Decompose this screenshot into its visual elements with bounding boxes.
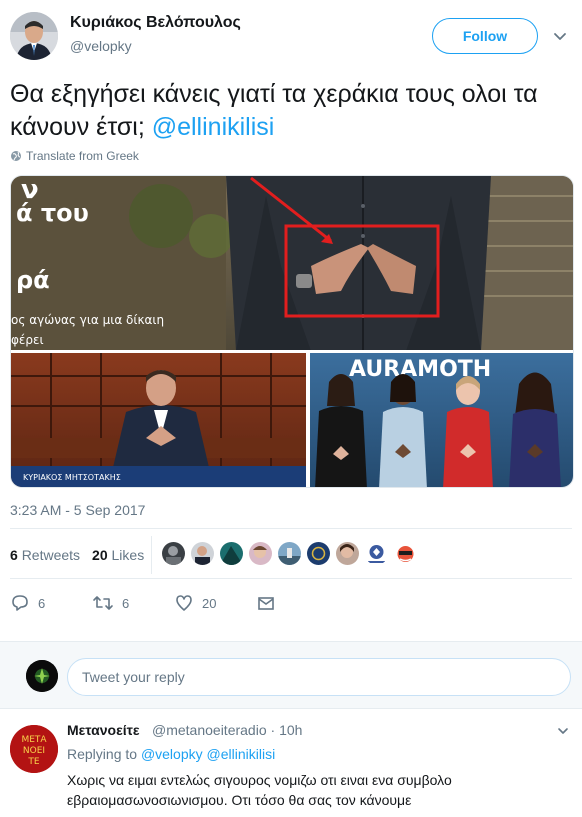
- liker-avatar[interactable]: [191, 542, 214, 565]
- follow-button[interactable]: Follow: [432, 18, 538, 54]
- reply-author-avatar[interactable]: ΜΕΤΑ ΝΟΕΙ ΤΕ: [10, 725, 58, 773]
- liker-avatar[interactable]: [394, 542, 417, 565]
- tweet-header: Κυριάκος Βελόπουλος @velopky Follow: [0, 0, 582, 70]
- reply-input[interactable]: Tweet your reply: [67, 658, 571, 696]
- stats-divider: [151, 536, 152, 574]
- tweet-timestamp[interactable]: 3:23 AM - 5 Sep 2017: [10, 502, 145, 518]
- liker-avatar[interactable]: [278, 542, 301, 565]
- tweet-actions: 6 6 20: [10, 590, 338, 616]
- liker-avatar[interactable]: [307, 542, 330, 565]
- replying-to-mention-2[interactable]: @ellinikilisi: [207, 746, 276, 762]
- liker-avatar[interactable]: [336, 542, 359, 565]
- like-action[interactable]: 20: [174, 593, 256, 613]
- media-top-text-3: ρά: [16, 266, 50, 294]
- divider: [10, 578, 572, 579]
- reply-count: 6: [38, 595, 46, 611]
- likes-count: 20: [92, 547, 108, 563]
- reply-action[interactable]: 6: [10, 593, 92, 613]
- liker-avatar[interactable]: [220, 542, 243, 565]
- chevron-down-icon[interactable]: [556, 724, 570, 738]
- media-top-text-2: ά του: [16, 199, 89, 227]
- tweet-mention-link[interactable]: @ellinikilisi: [152, 113, 275, 141]
- like-count: 20: [202, 595, 217, 611]
- likes-stat[interactable]: 20 Likes: [92, 547, 144, 563]
- media-top-caption-2: φέρει: [11, 333, 44, 347]
- reply-composer: Tweet your reply: [0, 641, 582, 709]
- svg-text:ΝΟΕΙ: ΝΟΕΙ: [23, 746, 45, 756]
- svg-text:ΜΕΤΑ: ΜΕΤΑ: [21, 735, 47, 745]
- tweet-media-photo[interactable]: ν ά του ρά ος αγώνας για μια δίκαιη φέρε…: [10, 175, 574, 488]
- envelope-icon: [258, 597, 274, 610]
- retweet-icon: [93, 596, 113, 610]
- current-user-avatar[interactable]: [26, 660, 58, 692]
- retweet-count: 6: [122, 595, 130, 611]
- direct-message-action[interactable]: [256, 593, 338, 613]
- reply-meta: @metanoeiteradio · 10h: [152, 722, 302, 738]
- author-avatar[interactable]: [10, 12, 58, 60]
- reply-time[interactable]: 10h: [279, 722, 302, 738]
- replying-to: Replying to @velopky @ellinikilisi: [67, 746, 275, 762]
- author-name[interactable]: Κυριάκος Βελόπουλος: [70, 14, 241, 32]
- tweet-stats: 6 Retweets 20 Likes: [10, 540, 144, 570]
- reply-text: Χωρις να ειμαι εντελώς σιγουρος νομιζω ο…: [67, 772, 452, 808]
- reply-author-handle[interactable]: @metanoeiteradio: [152, 722, 267, 738]
- liker-avatar[interactable]: [249, 542, 272, 565]
- tweet-text: Θα εξηγήσει κάνεις γιατί τα χεράκια τους…: [10, 78, 570, 144]
- liker-avatar[interactable]: [365, 542, 388, 565]
- media-top-caption-1: ος αγώνας για μια δίκαιη: [11, 313, 164, 327]
- reply-author-name[interactable]: Μετανοείτε: [67, 722, 140, 738]
- heart-icon: [176, 595, 192, 611]
- svg-text:ΤΕ: ΤΕ: [27, 757, 39, 767]
- liker-avatars: [162, 542, 417, 565]
- likes-label: Likes: [111, 547, 145, 563]
- globe-icon: [11, 151, 21, 161]
- reply-meta-separator: ·: [270, 722, 276, 738]
- retweets-stat[interactable]: 6 Retweets: [10, 547, 80, 563]
- liker-avatar[interactable]: [162, 542, 185, 565]
- reply-icon: [12, 595, 28, 611]
- translate-link[interactable]: Translate from Greek: [10, 149, 139, 163]
- retweets-count: 6: [10, 547, 18, 563]
- author-handle[interactable]: @velopky: [70, 38, 132, 54]
- retweets-label: Retweets: [21, 547, 81, 563]
- reply-tweet[interactable]: ΜΕΤΑ ΝΟΕΙ ΤΕ Μετανοείτε @metanoeiteradio…: [0, 710, 582, 817]
- replying-to-label: Replying to: [67, 746, 138, 762]
- divider: [10, 528, 572, 529]
- media-lower-caption: ΚΥΡΙΑΚΟΣ ΜΗΤΣΟΤΑΚΗΣ: [23, 473, 121, 482]
- retweet-action[interactable]: 6: [92, 593, 174, 613]
- translate-label: Translate from Greek: [26, 149, 139, 163]
- chevron-down-icon[interactable]: [552, 28, 568, 44]
- replying-to-mention-1[interactable]: @velopky: [141, 746, 203, 762]
